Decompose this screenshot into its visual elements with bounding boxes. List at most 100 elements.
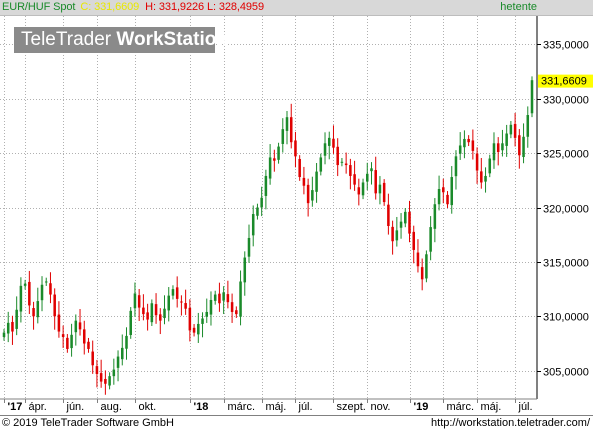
candle-body bbox=[256, 207, 259, 216]
candle-body bbox=[40, 284, 44, 301]
last-price-label: 331,6609 bbox=[541, 76, 587, 88]
last-price-marker: 331,6609 bbox=[538, 74, 593, 88]
candle-body bbox=[95, 366, 99, 374]
high-low-values: H: 331,9226 L: 328,4959 bbox=[145, 1, 264, 13]
x-tick-label: máj. bbox=[481, 401, 502, 413]
close-value: C: 331,6609 bbox=[80, 1, 140, 13]
candle-body bbox=[57, 314, 61, 332]
candle-body bbox=[260, 197, 263, 208]
candle-body bbox=[488, 158, 492, 174]
candle-body bbox=[175, 287, 179, 299]
candle-body bbox=[425, 254, 428, 279]
candle-body bbox=[344, 163, 348, 166]
x-tick-label: ápr. bbox=[29, 401, 47, 413]
candle-body bbox=[32, 308, 35, 317]
x-tick-label: '19 bbox=[414, 401, 429, 413]
candle-body bbox=[522, 136, 525, 158]
x-tick-label: júl. bbox=[298, 401, 313, 413]
candle-body bbox=[442, 187, 445, 193]
chart-footer: © 2019 TeleTrader Software GmbH http://w… bbox=[0, 415, 593, 431]
candle-body bbox=[429, 227, 432, 252]
candle-body bbox=[277, 146, 280, 160]
candle-body bbox=[496, 143, 500, 153]
candle-body bbox=[306, 184, 310, 204]
x-axis: '17 ápr. jún. aug. okt. '18 márc. máj. júl. szept… bbox=[4, 399, 533, 413]
candle-body bbox=[222, 292, 225, 301]
candle-body bbox=[163, 308, 166, 319]
candle-body bbox=[230, 302, 234, 312]
candle-body bbox=[336, 146, 339, 166]
candle-body bbox=[395, 230, 399, 241]
candle-body bbox=[475, 153, 479, 171]
candle-body bbox=[116, 356, 120, 368]
candle-body bbox=[526, 115, 530, 137]
y-tick-label: 320,0000 bbox=[543, 204, 589, 216]
candle-body bbox=[315, 171, 318, 192]
x-tick-label: márc. bbox=[447, 401, 475, 413]
candle-body bbox=[36, 301, 40, 318]
candle-body bbox=[197, 323, 200, 335]
candle-body bbox=[243, 257, 247, 283]
candle-body bbox=[108, 376, 111, 386]
candle-body bbox=[142, 307, 145, 315]
candle-body bbox=[268, 157, 272, 179]
candle-body bbox=[437, 189, 441, 205]
candle-body bbox=[201, 318, 204, 324]
candle-body bbox=[6, 322, 10, 334]
candle-body bbox=[513, 123, 517, 138]
candle-body bbox=[23, 283, 27, 286]
candle-body bbox=[74, 320, 78, 333]
candle-body bbox=[349, 165, 352, 176]
candle-body bbox=[404, 211, 407, 224]
chart-canvas[interactable]: 305,0000 310,0000 315,0000 320,0000 325,0000… bbox=[0, 0, 593, 431]
candle-body bbox=[311, 190, 314, 201]
candle-body bbox=[66, 337, 69, 349]
candle-body bbox=[454, 156, 458, 177]
candle-body bbox=[467, 138, 470, 143]
candle-body bbox=[391, 226, 394, 242]
y-tick-label: 325,0000 bbox=[543, 149, 589, 161]
candle-body bbox=[205, 311, 209, 317]
candle-body bbox=[226, 294, 230, 303]
instrument-name[interactable]: EUR/HUF Spot bbox=[2, 1, 75, 13]
candle-body bbox=[251, 214, 255, 236]
candle-body bbox=[154, 304, 158, 316]
candle-body bbox=[121, 347, 124, 360]
header-info: EUR/HUF Spot C: 331,6609 H: 331,9226 L: … bbox=[2, 1, 264, 13]
candle-body bbox=[480, 171, 483, 183]
candle-body bbox=[458, 145, 462, 154]
candle-body bbox=[87, 341, 90, 349]
candle-body bbox=[353, 174, 356, 185]
candle-body bbox=[340, 161, 344, 163]
candle-body bbox=[184, 303, 187, 309]
candle-body bbox=[19, 285, 23, 312]
candle-body bbox=[492, 143, 496, 161]
candle-body bbox=[239, 281, 242, 317]
candle-body bbox=[416, 252, 420, 267]
candle-body bbox=[78, 322, 82, 330]
x-tick-label: szept. bbox=[337, 401, 366, 413]
candle-body bbox=[171, 289, 175, 296]
x-tick-label: '18 bbox=[194, 401, 209, 413]
candle-body bbox=[378, 184, 382, 194]
candle-body bbox=[484, 175, 487, 182]
candle-body bbox=[15, 309, 18, 329]
candle-body bbox=[420, 267, 424, 280]
candle-body bbox=[133, 293, 137, 309]
x-tick-label: nov. bbox=[371, 401, 391, 413]
candle-body bbox=[289, 117, 293, 143]
candle-body bbox=[213, 294, 217, 301]
candle-body bbox=[471, 140, 475, 151]
candle-body bbox=[399, 221, 403, 228]
period-label[interactable]: hetente bbox=[500, 1, 537, 13]
candle-body bbox=[192, 327, 196, 333]
candle-body bbox=[446, 194, 449, 205]
website-link[interactable]: http://workstation.teletrader.com/ bbox=[431, 417, 590, 429]
candle-body bbox=[370, 168, 373, 172]
candle-body bbox=[357, 187, 361, 195]
candle-body bbox=[408, 211, 411, 234]
x-tick-label: máj. bbox=[266, 401, 287, 413]
candle-body bbox=[91, 351, 94, 366]
candle-body bbox=[49, 283, 52, 295]
teletrader-logo: TeleTrader WorkStation bbox=[14, 27, 228, 53]
